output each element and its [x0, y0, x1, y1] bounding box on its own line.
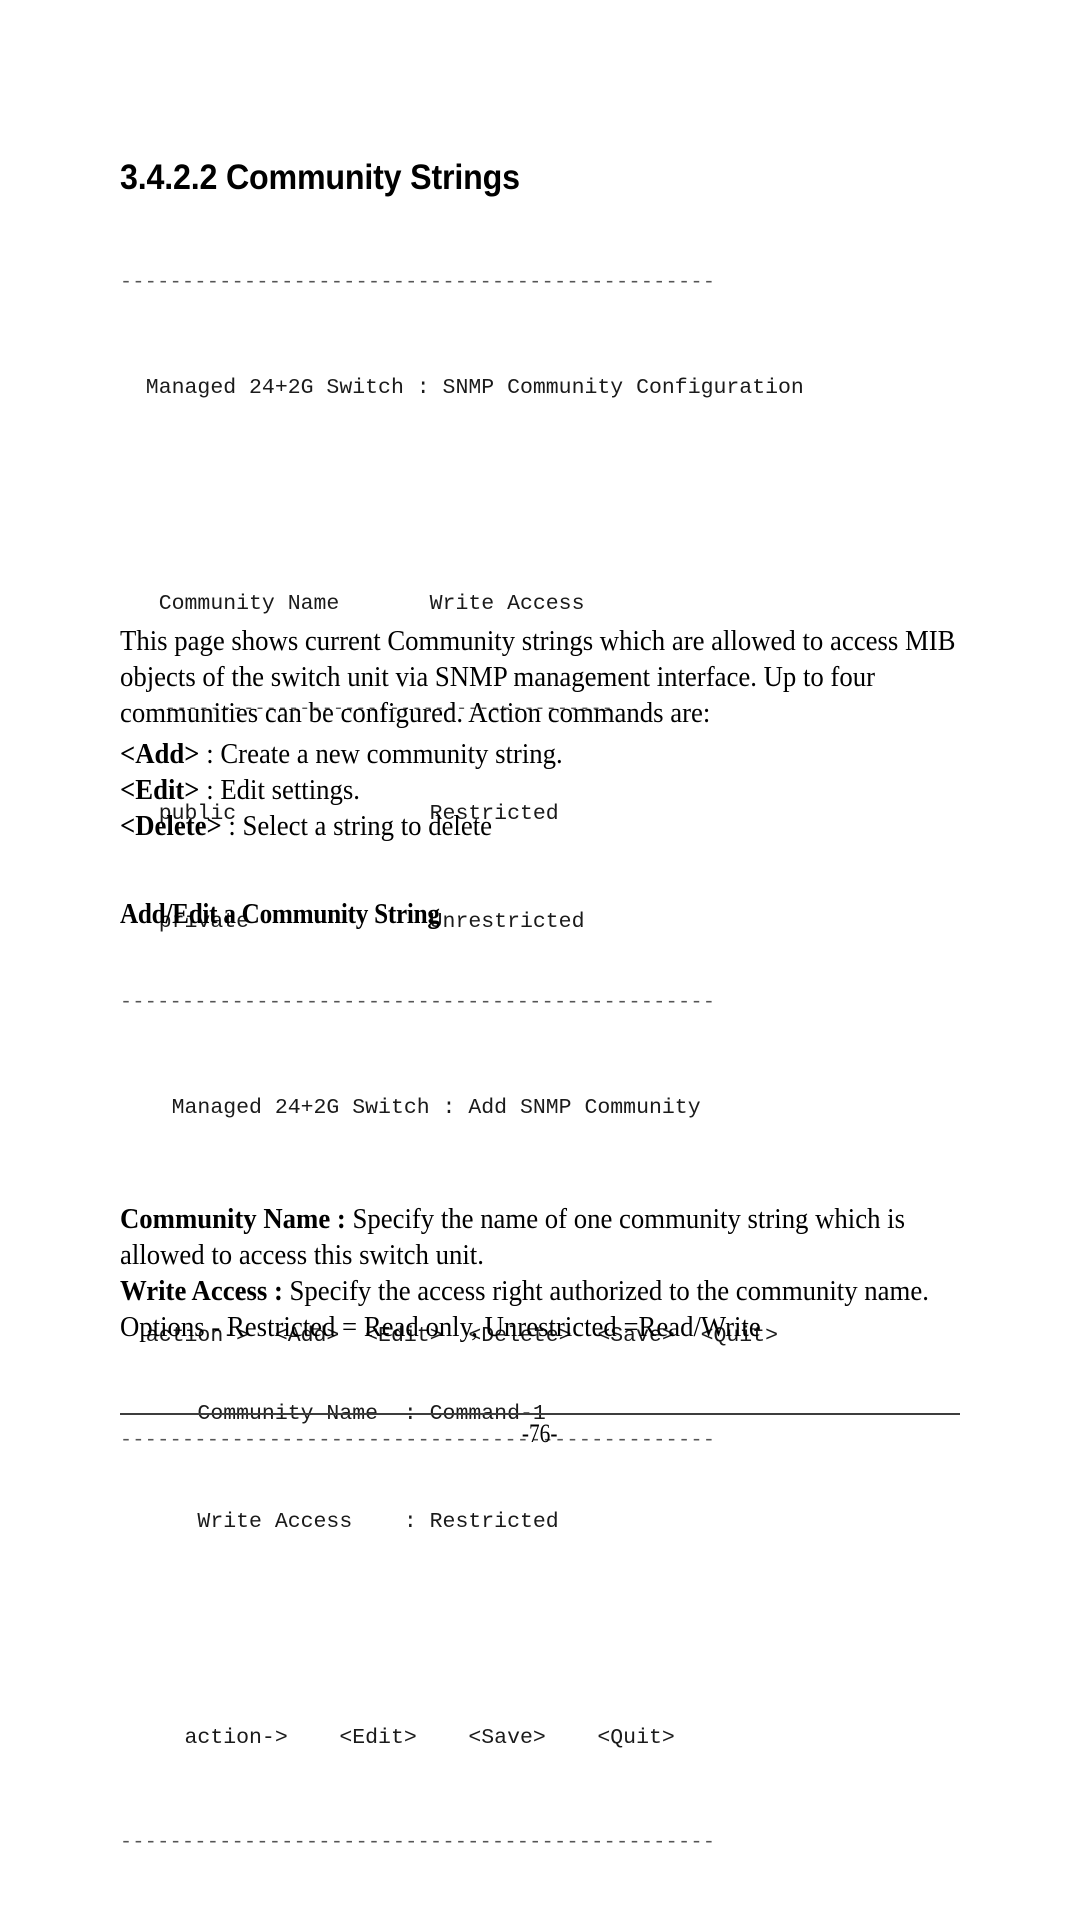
action-command-edit: <Edit> : Edit settings. [120, 773, 965, 809]
action-separator: : [199, 775, 221, 806]
action-command-delete: <Delete> : Select a string to delete [120, 809, 965, 845]
action-term-add: <Add> [120, 739, 200, 770]
field-description-community-name: Community Name : Specify the name of one… [120, 1202, 965, 1274]
action-term-edit: <Edit> [120, 775, 200, 806]
field-text-write-access: Specify the access right authorized to t… [282, 1276, 929, 1307]
field-options-line: Options - Restricted = Read only, Unrest… [120, 1312, 761, 1343]
field-row-write-access[interactable]: Write Access : Restricted [120, 1504, 960, 1540]
page-number: -76- [0, 1419, 1080, 1449]
console-top-rule: ----------------------------------------… [120, 271, 716, 294]
field-description-list: Community Name : Specify the name of one… [120, 1202, 965, 1346]
console-title: Managed 24+2G Switch : Add SNMP Communit… [120, 1096, 701, 1120]
document-page: 3.4.2.2 Community Strings --------------… [0, 0, 1080, 1854]
page-number-text: -76- [522, 1419, 558, 1448]
console-title: Managed 24+2G Switch : SNMP Community Co… [120, 376, 804, 400]
action-command-list: <Add> : Create a new community string. <… [120, 737, 965, 845]
page-title: 3.4.2.2 Community Strings [120, 158, 520, 198]
intro-paragraph: This page shows current Community string… [120, 626, 956, 729]
footer-divider [120, 1413, 960, 1415]
console-action-line[interactable]: action-> <Edit> <Save> <Quit> [120, 1720, 960, 1756]
console-top-rule: ----------------------------------------… [120, 991, 716, 1014]
field-term-community-name: Community Name : [120, 1204, 346, 1235]
action-command-add: <Add> : Create a new community string. [120, 737, 965, 773]
action-separator: : [221, 811, 243, 842]
field-description-write-access: Write Access : Specify the access right … [120, 1274, 965, 1310]
action-separator: : [199, 739, 221, 770]
action-description-add: Create a new community string. [220, 739, 563, 770]
field-term-write-access: Write Access : [120, 1276, 283, 1307]
action-description-edit: Edit settings. [220, 775, 360, 806]
action-term-delete: <Delete> [120, 811, 222, 842]
action-description-delete: Select a string to delete [242, 811, 493, 842]
console-column-header: Community Name Write Access [120, 592, 585, 616]
console-bottom-rule: ----------------------------------------… [120, 1831, 716, 1854]
